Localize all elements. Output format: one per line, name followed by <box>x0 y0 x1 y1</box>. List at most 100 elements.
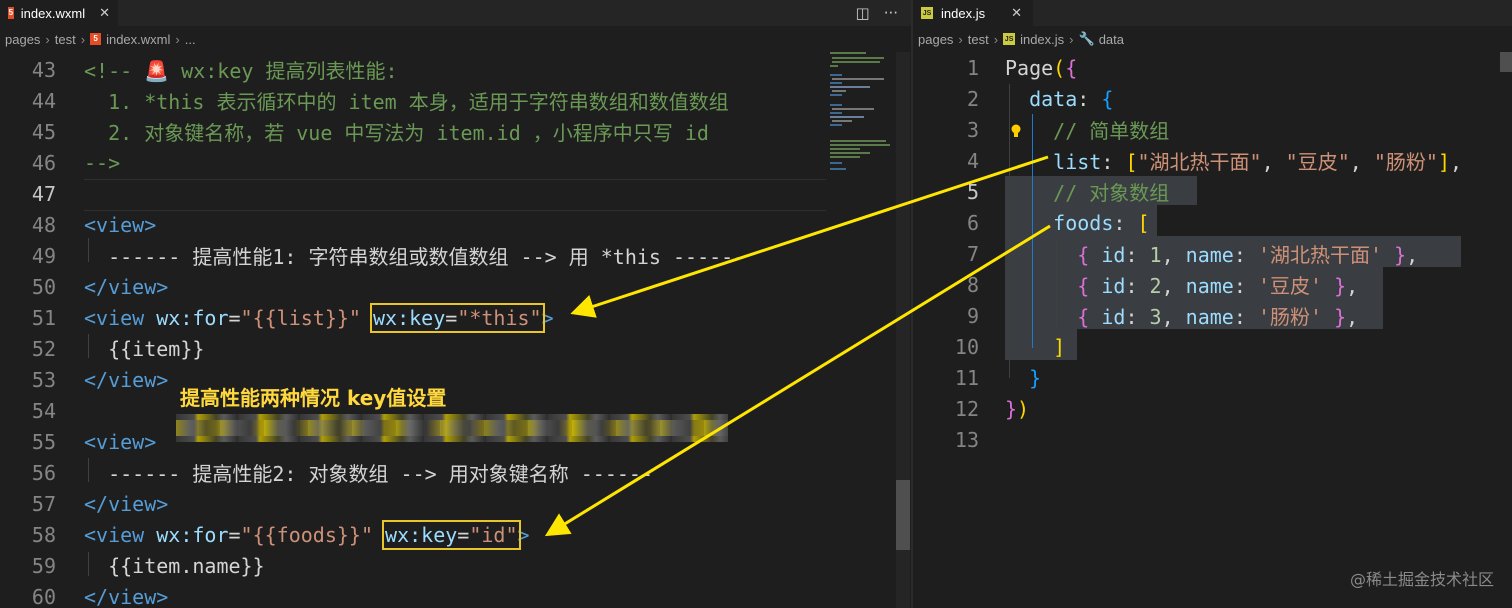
line-number[interactable]: 44 <box>0 89 56 113</box>
line-number[interactable]: 12 <box>913 397 979 421</box>
code-line[interactable]: 51 <view wx:for="{{list}}" wx:key="*this"… <box>0 302 826 333</box>
line-number[interactable]: 47 <box>0 182 56 206</box>
line-number[interactable]: 9 <box>913 304 979 328</box>
breadcrumb-item-file[interactable]: index.js <box>1020 32 1064 47</box>
code-token: } <box>1394 243 1407 267</box>
code-line[interactable]: 2 data: { <box>913 83 1512 114</box>
editor-actions: ◫ ··· <box>856 0 899 26</box>
code-line[interactable]: 49 ------ 提高性能1: 字符串数组或数值数组 --> 用 *this … <box>0 240 826 271</box>
code-line[interactable]: 7 { id: 1, name: '湖北热干面' }, <box>913 238 1512 269</box>
line-number[interactable]: 50 <box>0 275 56 299</box>
breadcrumb-item-test[interactable]: test <box>968 32 989 47</box>
code-line[interactable]: 44 1. *this 表示循环中的 item 本身，适用于字符串数组和数值数组 <box>0 85 826 116</box>
breadcrumb-item-pages[interactable]: pages <box>5 32 40 47</box>
code-line[interactable]: 11 } <box>913 362 1512 393</box>
line-number[interactable]: 45 <box>0 120 56 144</box>
code-line[interactable]: 46 --> <box>0 147 826 178</box>
code-text: <view wx:for="{{list}}" wx:key="*this"> <box>84 302 554 333</box>
line-number[interactable]: 54 <box>0 399 56 423</box>
line-number[interactable]: 6 <box>913 211 979 235</box>
tab-index-js[interactable]: JS index.js ✕ <box>913 0 1033 26</box>
line-number[interactable]: 52 <box>0 337 56 361</box>
line-number[interactable]: 51 <box>0 306 56 330</box>
close-icon[interactable]: ✕ <box>99 5 110 21</box>
breadcrumb-item-test[interactable]: test <box>55 32 76 47</box>
code-line[interactable]: 8 { id: 2, name: '豆皮' }, <box>913 269 1512 300</box>
tab-label: index.wxml <box>20 5 86 21</box>
line-number[interactable]: 48 <box>0 213 56 237</box>
code-token: { <box>1077 305 1090 329</box>
lightbulb-icon[interactable] <box>1011 124 1021 138</box>
code-line[interactable]: 10 ] <box>913 331 1512 362</box>
line-number[interactable]: 46 <box>0 151 56 175</box>
code-line[interactable]: 45 2. 对象键名称，若 vue 中写法为 item.id ，小程序中只写 i… <box>0 116 826 147</box>
chevron-right-icon: › <box>1069 31 1074 47</box>
minimap[interactable] <box>826 52 896 182</box>
more-actions-icon[interactable]: ··· <box>884 4 898 22</box>
split-editor-icon[interactable]: ◫ <box>856 4 870 22</box>
line-number[interactable]: 55 <box>0 430 56 454</box>
line-number[interactable]: 60 <box>0 585 56 608</box>
line-number[interactable]: 5 <box>913 180 979 204</box>
code-line[interactable]: 9 { id: 3, name: '肠粉' }, <box>913 300 1512 331</box>
code-line[interactable]: 52 {{item}} <box>0 333 826 364</box>
line-number[interactable]: 1 <box>913 56 979 80</box>
indent-guide <box>88 458 89 482</box>
line-number[interactable]: 58 <box>0 523 56 547</box>
line-number[interactable]: 7 <box>913 242 979 266</box>
wrench-icon: 🔧 <box>1078 31 1095 46</box>
breadcrumb-item-symbol[interactable]: data <box>1099 32 1124 47</box>
code-line[interactable]: 58 <view wx:for="{{foods}}" wx:key="id"> <box>0 519 826 550</box>
code-token: = <box>457 522 470 547</box>
code-line[interactable]: 6 foods: [ <box>913 207 1512 238</box>
code-line[interactable]: 57 </view> <box>0 488 826 519</box>
code-line[interactable]: 47 <box>0 178 826 209</box>
code-line[interactable]: 1 Page({ <box>913 52 1512 83</box>
code-line[interactable]: 48 <view> <box>0 209 826 240</box>
line-number[interactable]: 49 <box>0 244 56 268</box>
line-number[interactable]: 56 <box>0 461 56 485</box>
line-number[interactable]: 10 <box>913 335 979 359</box>
code-token: = <box>228 305 241 330</box>
breadcrumb-item-more[interactable]: ... <box>185 32 196 47</box>
breadcrumb-item-file[interactable]: index.wxml <box>106 32 170 47</box>
code-line[interactable]: 5 // 对象数组 <box>913 176 1512 207</box>
code-token: { <box>1101 86 1114 111</box>
code-token: ------ 提高性能1: 字符串数组或数值数组 --> 用 *this ---… <box>84 245 746 269</box>
code-line[interactable]: 4 list: ["湖北热干面", "豆皮", "肠粉"], <box>913 145 1512 176</box>
code-token: "id" <box>469 522 518 547</box>
code-text: </view> <box>84 275 168 299</box>
close-icon[interactable]: ✕ <box>1011 5 1022 21</box>
code-editor-wxml[interactable]: 43 <!-- 🚨 wx:key 提高列表性能: 44 1. *this 表示循环中… <box>0 52 912 608</box>
code-editor-js[interactable]: 1 Page({2 data: {3 // 简单数组 4 list: ["湖北热干面… <box>913 52 1512 608</box>
line-number[interactable]: 13 <box>913 428 979 452</box>
code-line[interactable]: 56 ------ 提高性能2: 对象数组 --> 用对象键名称 ------ <box>0 457 826 488</box>
code-line[interactable]: 50 </view> <box>0 271 826 302</box>
code-token: : <box>1233 305 1258 329</box>
line-number[interactable]: 2 <box>913 87 979 111</box>
line-number[interactable]: 57 <box>0 492 56 516</box>
code-line[interactable]: 3 // 简单数组 <box>913 114 1512 145</box>
breadcrumb-item-pages[interactable]: pages <box>918 32 953 47</box>
blurred-text-overlay <box>176 420 728 436</box>
line-number[interactable]: 3 <box>913 118 979 142</box>
code-line[interactable]: 13 <box>913 424 1512 455</box>
line-number[interactable]: 11 <box>913 366 979 390</box>
code-line[interactable]: 59 {{item.name}} <box>0 550 826 581</box>
line-number[interactable]: 53 <box>0 368 56 392</box>
code-token: "豆皮" <box>1285 150 1350 174</box>
tab-index-wxml[interactable]: 5 index.wxml ✕ <box>0 0 118 26</box>
code-token: , <box>1346 305 1359 329</box>
left-tab-bar: 5 index.wxml ✕ ◫ ··· <box>0 0 912 26</box>
code-token: data <box>1029 86 1078 111</box>
line-number[interactable]: 59 <box>0 554 56 578</box>
code-line[interactable]: 60 </view> <box>0 581 826 608</box>
code-token: ] <box>1437 150 1450 174</box>
code-line[interactable]: 43 <!-- 🚨 wx:key 提高列表性能: <box>0 54 826 85</box>
line-number[interactable]: 4 <box>913 149 979 173</box>
line-number[interactable]: 43 <box>0 58 56 82</box>
scrollbar-thumb[interactable] <box>896 480 910 550</box>
code-line[interactable]: 12}) <box>913 393 1512 424</box>
line-number[interactable]: 8 <box>913 273 979 297</box>
